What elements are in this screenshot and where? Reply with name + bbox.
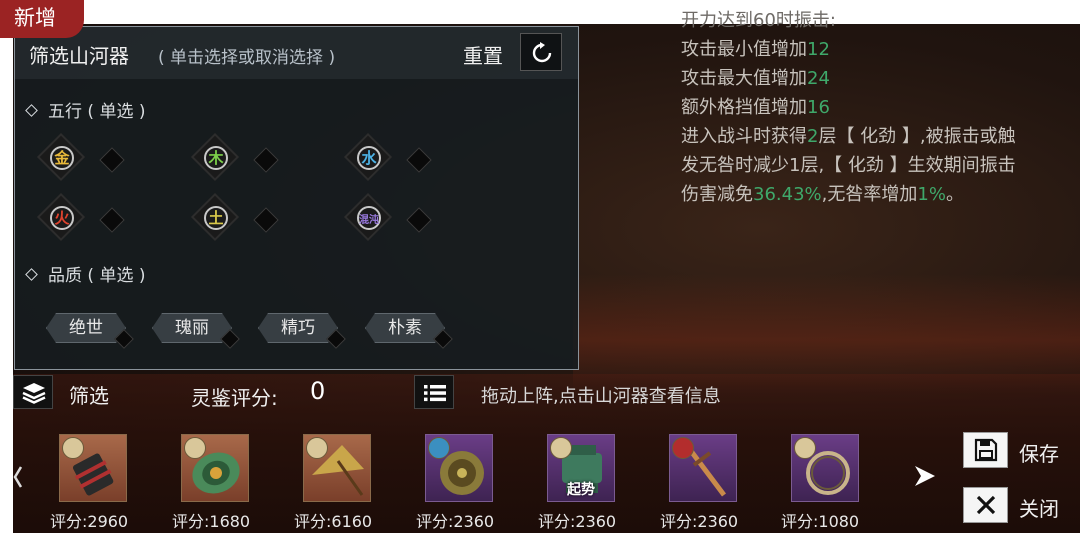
drag-hint-text: 拖动上阵,点击山河器查看信息 <box>481 386 721 407</box>
save-icon <box>974 438 998 462</box>
item-score: 评分:1680 <box>172 512 251 531</box>
reset-label[interactable]: 重置 <box>463 40 503 69</box>
item-card[interactable] <box>791 434 859 502</box>
item-card[interactable] <box>425 434 493 502</box>
element-option-metal[interactable]: 金 <box>36 132 86 182</box>
item-effect-description: 开力达到60时振击: 攻击最小值增加12 攻击最大值增加24 额外格挡值增加16… <box>681 6 1071 209</box>
item-card[interactable] <box>303 434 371 502</box>
element-checkbox-fire[interactable] <box>99 207 125 233</box>
close-icon <box>976 495 996 515</box>
info-line: 攻击最小值增加12 <box>681 39 830 60</box>
filter-toggle-button[interactable] <box>13 375 53 409</box>
filter-label[interactable]: 筛选 <box>69 380 109 409</box>
item-score: 评分:1080 <box>781 512 860 531</box>
info-line: 发无咎时减少1层,【 化劲 】生效期间振击 <box>681 155 1016 176</box>
item-card[interactable]: 起势 <box>547 434 615 502</box>
element-checkbox-water[interactable] <box>406 147 432 173</box>
refresh-icon <box>532 42 552 63</box>
item-card[interactable] <box>181 434 249 502</box>
info-line: 攻击最大值增加24 <box>681 68 830 89</box>
element-checkbox-chaos[interactable] <box>406 207 432 233</box>
scroll-left-icon[interactable] <box>13 463 23 491</box>
info-line: 额外格挡值增加16 <box>681 97 830 118</box>
element-checkbox-earth[interactable] <box>253 207 279 233</box>
item-score: 评分:2360 <box>416 512 495 531</box>
list-view-button[interactable] <box>414 375 454 409</box>
layers-icon <box>22 383 46 404</box>
element-option-fire[interactable]: 火 <box>36 192 86 242</box>
list-icon <box>424 385 446 402</box>
tag-icon <box>550 437 572 459</box>
fire-icon <box>672 437 694 459</box>
element-option-earth[interactable]: 土 <box>190 192 240 242</box>
item-score: 评分:2360 <box>660 512 739 531</box>
quality-section-header: 品质 ( 单选 ) <box>23 261 145 286</box>
item-score: 评分:2360 <box>538 512 617 531</box>
close-button[interactable] <box>963 487 1008 523</box>
elements-section-header: 五行 ( 单选 ) <box>23 97 145 122</box>
item-state-label: 起势 <box>567 482 595 498</box>
element-option-chaos[interactable]: 混沌 <box>343 192 393 242</box>
filter-panel-subtitle: ( 单击选择或取消选择 ) <box>158 48 336 68</box>
item-card[interactable] <box>669 434 737 502</box>
reset-button[interactable] <box>520 33 562 71</box>
tag-icon <box>794 437 816 459</box>
info-line: 伤害减免36.43%,无咎率增加1%。 <box>681 184 964 205</box>
element-checkbox-wood[interactable] <box>253 147 279 173</box>
water-icon <box>428 437 450 459</box>
element-checkbox-metal[interactable] <box>99 147 125 173</box>
close-label[interactable]: 关闭 <box>1019 493 1059 522</box>
save-label[interactable]: 保存 <box>1019 438 1059 467</box>
element-option-wood[interactable]: 木 <box>190 132 240 182</box>
item-score: 评分:2960 <box>50 512 129 531</box>
tag-icon <box>306 437 328 459</box>
scroll-right-icon[interactable] <box>913 464 937 488</box>
info-line: 进入战斗时获得2层【 化劲 】,被振击或触 <box>681 126 1016 147</box>
tag-icon <box>184 437 206 459</box>
info-line: 开力达到60时振击: <box>681 10 836 31</box>
filter-panel-title: 筛选山河器 <box>29 44 129 68</box>
tag-icon <box>62 437 84 459</box>
save-button[interactable] <box>963 432 1008 468</box>
item-card[interactable] <box>59 434 127 502</box>
filter-panel: 筛选山河器 ( 单击选择或取消选择 ) 重置 五行 ( 单选 ) 金 木 水 火… <box>14 26 579 370</box>
score-value: 0 <box>310 377 326 405</box>
element-option-water[interactable]: 水 <box>343 132 393 182</box>
new-badge: 新增 <box>0 0 84 38</box>
score-label: 灵鉴评分: <box>191 386 278 410</box>
item-score: 评分:6160 <box>294 512 373 531</box>
